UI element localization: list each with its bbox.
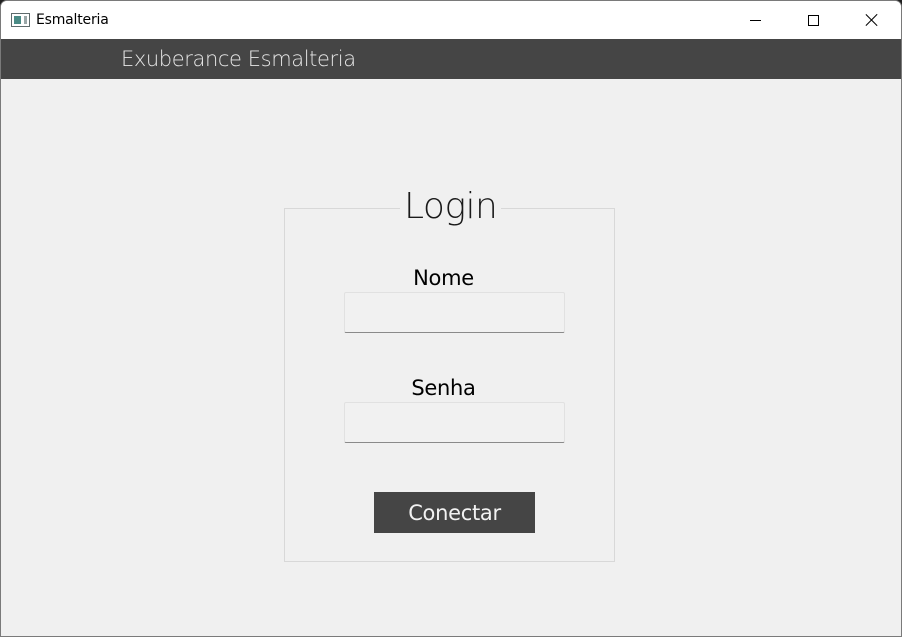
connect-button[interactable]: Conectar	[374, 492, 535, 533]
title-bar[interactable]: Esmalteria	[1, 1, 901, 39]
name-input[interactable]	[344, 292, 565, 333]
app-header: Exuberance Esmalteria	[1, 39, 901, 79]
name-label: Nome	[413, 266, 474, 290]
password-label: Senha	[411, 376, 476, 400]
app-window: Esmalteria Exuberance Esmalteria Login N…	[0, 0, 902, 637]
login-groupbox: Login Nome Senha Conectar	[284, 185, 615, 562]
password-input[interactable]	[344, 402, 565, 443]
login-title: Login	[400, 185, 502, 229]
maximize-button[interactable]	[784, 1, 842, 39]
app-header-title: Exuberance Esmalteria	[121, 47, 356, 71]
app-window-icon	[11, 13, 30, 27]
maximize-icon	[807, 14, 819, 26]
minimize-button[interactable]	[726, 1, 784, 39]
minimize-icon	[749, 19, 761, 21]
close-button[interactable]	[843, 1, 901, 39]
window-title: Esmalteria	[36, 12, 109, 28]
close-icon	[865, 13, 879, 27]
